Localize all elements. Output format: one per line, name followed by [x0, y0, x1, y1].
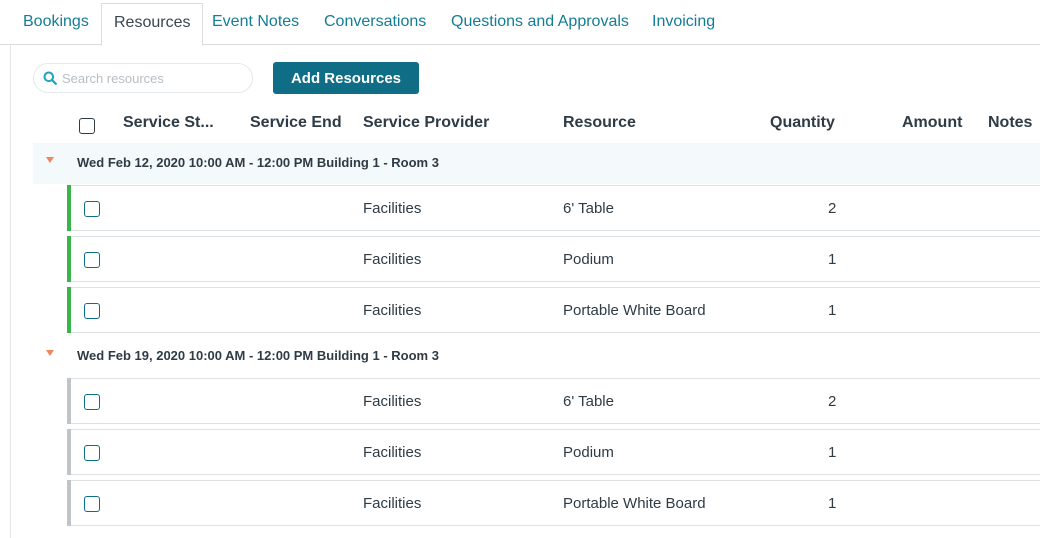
- service-provider-cell: Facilities: [363, 302, 422, 319]
- row-checkbox[interactable]: [84, 303, 100, 319]
- quantity-cell: 1: [828, 444, 837, 461]
- column-header-service-provider[interactable]: Service Provider: [363, 114, 489, 136]
- booking-group-header: Wed Feb 12, 2020 10:00 AM - 12:00 PM Bui…: [33, 143, 1040, 184]
- table-row: Facilities Portable White Board 1: [67, 480, 1040, 526]
- service-provider-cell: Facilities: [363, 444, 422, 461]
- resource-cell: Portable White Board: [563, 495, 706, 512]
- resource-cell: Podium: [563, 251, 614, 268]
- resource-cell: 6' Table: [563, 200, 614, 217]
- service-provider-cell: Facilities: [363, 393, 422, 410]
- service-provider-cell: Facilities: [363, 251, 422, 268]
- quantity-cell: 1: [828, 302, 837, 319]
- quantity-cell: 2: [828, 200, 837, 217]
- quantity-cell: 1: [828, 251, 837, 268]
- row-checkbox[interactable]: [84, 394, 100, 410]
- add-resources-button[interactable]: Add Resources: [273, 62, 419, 94]
- status-bar-active: [67, 287, 71, 333]
- row-checkbox[interactable]: [84, 252, 100, 268]
- table-row: Facilities 6' Table 2: [67, 185, 1040, 231]
- table-row: Facilities Podium 1: [67, 429, 1040, 475]
- collapse-triangle-icon[interactable]: [46, 350, 54, 356]
- tab-bookings[interactable]: Bookings: [23, 3, 89, 45]
- status-bar-active: [67, 185, 71, 231]
- resource-cell: 6' Table: [563, 393, 614, 410]
- tab-conversations[interactable]: Conversations: [324, 3, 426, 45]
- status-bar-past: [67, 480, 71, 526]
- resource-cell: Podium: [563, 444, 614, 461]
- collapse-triangle-icon[interactable]: [46, 157, 54, 163]
- column-header-service-end[interactable]: Service End: [250, 114, 342, 136]
- column-header-service-start[interactable]: Service St...: [123, 114, 214, 136]
- table-row: Facilities Portable White Board 1: [67, 287, 1040, 333]
- search-icon: [43, 71, 57, 85]
- column-header-resource[interactable]: Resource: [563, 114, 636, 136]
- search-input[interactable]: [62, 64, 247, 92]
- booking-group-label: Wed Feb 12, 2020 10:00 AM - 12:00 PM Bui…: [77, 155, 439, 170]
- quantity-cell: 2: [828, 393, 837, 410]
- search-box[interactable]: [33, 63, 253, 93]
- status-bar-active: [67, 236, 71, 282]
- column-header-quantity[interactable]: Quantity: [770, 114, 835, 136]
- resource-cell: Portable White Board: [563, 302, 706, 319]
- service-provider-cell: Facilities: [363, 200, 422, 217]
- table-row: Facilities Podium 1: [67, 236, 1040, 282]
- service-provider-cell: Facilities: [363, 495, 422, 512]
- quantity-cell: 1: [828, 495, 837, 512]
- column-header-notes[interactable]: Notes: [988, 114, 1032, 136]
- tab-invoicing[interactable]: Invoicing: [652, 3, 715, 45]
- row-checkbox[interactable]: [84, 496, 100, 512]
- select-all-checkbox[interactable]: [79, 118, 95, 134]
- status-bar-past: [67, 378, 71, 424]
- booking-group-label: Wed Feb 19, 2020 10:00 AM - 12:00 PM Bui…: [77, 348, 439, 363]
- status-bar-past: [67, 429, 71, 475]
- tab-bar: Bookings Resources Event Notes Conversat…: [0, 0, 1040, 46]
- table-row: Facilities 6' Table 2: [67, 378, 1040, 424]
- tab-resources[interactable]: Resources: [101, 3, 204, 46]
- tab-questions-and-approvals[interactable]: Questions and Approvals: [451, 3, 629, 45]
- tab-event-notes[interactable]: Event Notes: [212, 3, 299, 45]
- booking-group-header: Wed Feb 19, 2020 10:00 AM - 12:00 PM Bui…: [33, 336, 1040, 377]
- row-checkbox[interactable]: [84, 201, 100, 217]
- column-header-amount[interactable]: Amount: [902, 114, 962, 136]
- row-checkbox[interactable]: [84, 445, 100, 461]
